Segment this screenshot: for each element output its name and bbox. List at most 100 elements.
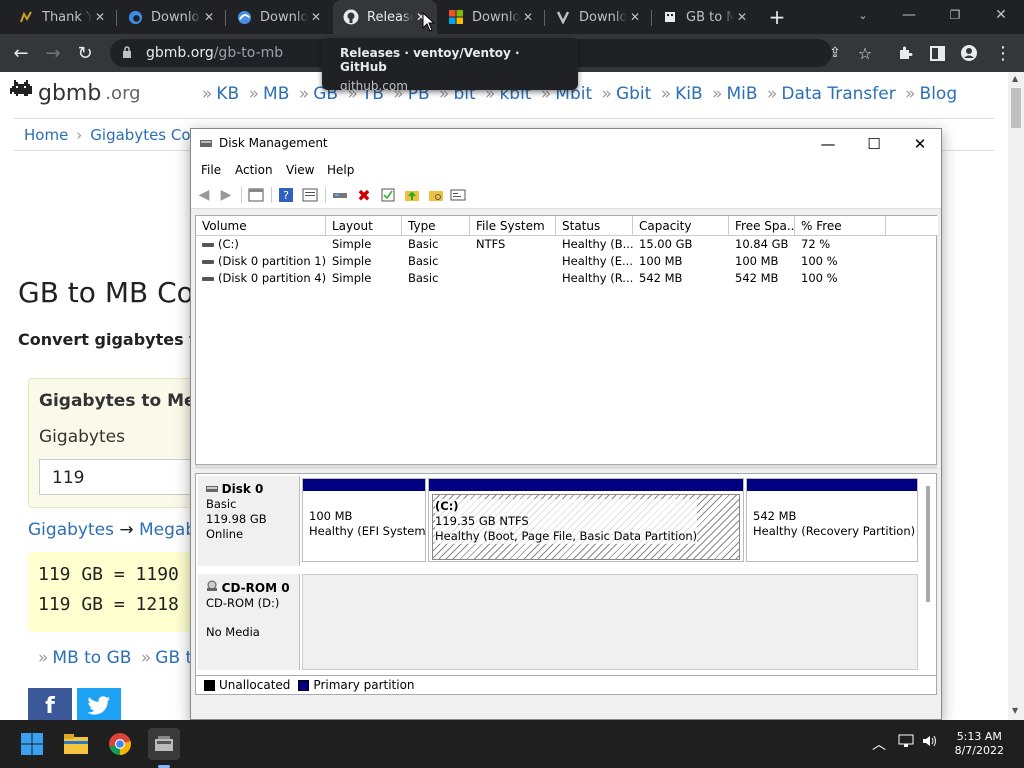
more-menu-icon[interactable]: ⋮ xyxy=(990,40,1016,66)
cdrom-empty-area[interactable] xyxy=(302,574,918,670)
help-icon[interactable]: ? xyxy=(277,186,295,204)
minimize-icon[interactable]: — xyxy=(886,0,932,30)
twitter-share-icon[interactable] xyxy=(77,688,121,720)
cell-pct: 100 % xyxy=(801,271,838,285)
cdrom0-info[interactable]: CD-ROM 0 CD-ROM (D:) No Media xyxy=(198,574,300,670)
partition-c[interactable]: (C:) 119.35 GB NTFS Healthy (Boot, Page … xyxy=(428,478,744,562)
forward-arrow-icon[interactable]: → xyxy=(40,40,66,66)
column-header-layout[interactable]: Layout xyxy=(326,216,402,236)
browser-tab-strip: Thank Y ✕ Downlo ✕ Downlo ✕ Releases ✕ D… xyxy=(0,0,1024,34)
bookmark-star-icon[interactable]: ☆ xyxy=(852,40,878,66)
window-titlebar[interactable]: Disk Management — ☐ ✕ xyxy=(191,129,941,159)
reload-icon[interactable]: ↻ xyxy=(72,40,98,66)
column-header-status[interactable]: Status xyxy=(556,216,633,236)
check-icon[interactable] xyxy=(379,186,397,204)
tab-gb-to-mb[interactable]: GB to M ✕ xyxy=(652,0,758,34)
tab-search-chevron-icon[interactable]: ⌄ xyxy=(840,0,886,30)
menu-file[interactable]: File xyxy=(201,163,221,177)
tab-thank-you[interactable]: Thank Y ✕ xyxy=(8,0,116,34)
tab-download-1[interactable]: Downlo ✕ xyxy=(117,0,225,34)
scroll-down-arrow-icon[interactable]: ▼ xyxy=(1012,706,1018,715)
show-hidden-icons-chevron-icon[interactable]: ︿ xyxy=(872,734,886,754)
folder-search-icon[interactable] xyxy=(427,186,445,204)
tab-close-icon[interactable]: ✕ xyxy=(520,9,536,25)
disk-management-window: Disk Management — ☐ ✕ File Action View H… xyxy=(190,128,942,720)
windows-start-icon[interactable] xyxy=(16,728,48,760)
tab-download-microsoft[interactable]: Downlo ✕ xyxy=(438,0,544,34)
nav-link[interactable]: KB xyxy=(216,84,239,104)
table-row[interactable]: (Disk 0 partition 1) xyxy=(196,253,326,270)
tab-close-icon[interactable]: ✕ xyxy=(92,9,108,25)
column-header-type[interactable]: Type xyxy=(402,216,470,236)
column-header-percent-free[interactable]: % Free xyxy=(795,216,886,236)
partition-recovery[interactable]: 542 MB Healthy (Recovery Partition) xyxy=(746,478,918,562)
dm-minimize-icon[interactable]: — xyxy=(805,129,851,159)
disk0-info[interactable]: Disk 0 Basic 119.98 GB Online xyxy=(198,476,300,566)
column-header-free-space[interactable]: Free Spa... xyxy=(729,216,795,236)
dm-close-icon[interactable]: ✕ xyxy=(897,129,941,159)
new-tab-plus-icon[interactable]: + xyxy=(766,6,788,28)
nav-link[interactable]: KiB xyxy=(675,84,703,104)
cell-type: Basic xyxy=(408,254,439,268)
back-arrow-icon[interactable]: ← xyxy=(8,40,34,66)
column-header-volume[interactable]: Volume xyxy=(196,216,326,236)
tab-download-ventoy[interactable]: Downlo ✕ xyxy=(545,0,651,34)
extensions-puzzle-icon[interactable] xyxy=(892,40,918,66)
table-row[interactable]: (Disk 0 partition 4) xyxy=(196,270,326,287)
chrome-icon[interactable] xyxy=(104,728,136,760)
conversion-direction-link[interactable]: Gigabytes → Megab xyxy=(28,520,196,540)
delete-icon[interactable]: ✖ xyxy=(355,186,373,205)
rescan-disks-icon[interactable] xyxy=(449,186,467,204)
tab-close-icon[interactable]: ✕ xyxy=(734,9,750,25)
restore-icon[interactable]: ❐ xyxy=(932,0,978,30)
tab-download-2[interactable]: Downlo ✕ xyxy=(226,0,332,34)
scrollbar-thumb[interactable] xyxy=(1011,88,1021,128)
disk-management-taskbar-icon[interactable] xyxy=(148,728,180,760)
column-header-capacity[interactable]: Capacity xyxy=(633,216,729,236)
menu-action[interactable]: Action xyxy=(235,163,273,177)
connect-drive-icon[interactable] xyxy=(331,186,349,204)
tab-close-icon[interactable]: ✕ xyxy=(627,9,643,25)
page-subtitle: Convert gigabytes to xyxy=(18,330,208,349)
gigabytes-label: Gigabytes xyxy=(39,427,125,447)
table-row[interactable]: (C:) xyxy=(196,236,326,253)
breadcrumb-item[interactable]: Gigabytes Cor xyxy=(90,126,196,144)
edge-favicon-icon xyxy=(236,9,252,25)
disk-pane-scrollbar[interactable] xyxy=(926,486,930,602)
nav-link[interactable]: Blog xyxy=(920,84,958,104)
tab-close-icon[interactable]: ✕ xyxy=(308,9,324,25)
scroll-up-arrow-icon[interactable]: ▲ xyxy=(1012,74,1018,83)
breadcrumb-home[interactable]: Home xyxy=(24,126,68,144)
tab-close-icon[interactable]: ✕ xyxy=(201,9,217,25)
partition-efi[interactable]: 100 MB Healthy (EFI System I xyxy=(302,478,433,562)
volume-speaker-icon[interactable] xyxy=(922,734,938,752)
network-icon[interactable] xyxy=(898,734,914,752)
nav-link[interactable]: MB xyxy=(263,84,289,104)
nav-link[interactable]: Gbit xyxy=(616,84,651,104)
folder-up-icon[interactable] xyxy=(403,186,421,204)
profile-avatar-icon[interactable] xyxy=(956,40,982,66)
nav-link[interactable]: MiB xyxy=(726,84,757,104)
page-title: GB to MB Cor xyxy=(18,276,206,309)
share-icon[interactable]: ⇪ xyxy=(822,40,848,66)
close-window-icon[interactable]: ✕ xyxy=(978,0,1024,30)
file-explorer-icon[interactable] xyxy=(60,728,92,760)
show-hide-console-tree-icon[interactable] xyxy=(247,186,265,204)
menu-help[interactable]: Help xyxy=(327,163,354,177)
legend-primary: Primary partition xyxy=(313,678,415,692)
column-header-file-system[interactable]: File System xyxy=(470,216,556,236)
forward-icon[interactable]: ▶ xyxy=(217,186,235,204)
page-scrollbar[interactable]: ▲ ▼ xyxy=(1008,72,1024,720)
pane-splitter[interactable] xyxy=(195,465,937,469)
site-logo[interactable]: gbmb .org xyxy=(8,78,141,108)
dm-maximize-icon[interactable]: ☐ xyxy=(851,129,897,159)
properties-icon[interactable] xyxy=(301,186,319,204)
menu-view[interactable]: View xyxy=(286,163,314,177)
nav-link[interactable]: Data Transfer xyxy=(781,84,895,104)
facebook-share-icon[interactable]: f xyxy=(28,688,72,720)
system-clock[interactable]: 5:13 AM 8/7/2022 xyxy=(955,730,1004,758)
related-link[interactable]: MB to GB xyxy=(52,648,131,668)
side-panel-icon[interactable] xyxy=(924,40,950,66)
cdrom0-drive: CD-ROM (D:) xyxy=(206,596,280,610)
back-icon[interactable]: ◀ xyxy=(195,186,213,204)
